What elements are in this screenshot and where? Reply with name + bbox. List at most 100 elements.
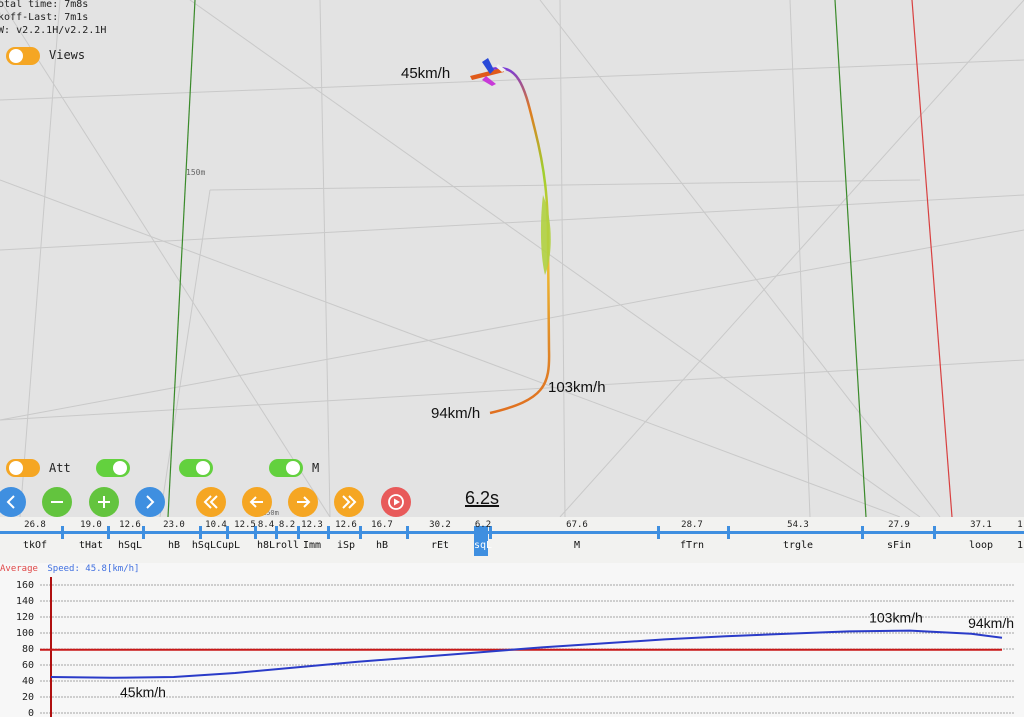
timeline-segment-rEt[interactable]: rEt <box>431 540 449 551</box>
timeline-segment-tHat[interactable]: tHat <box>79 540 103 551</box>
timeline-segment-time: 54.3 <box>787 520 809 530</box>
timeline-segment-divider <box>107 526 110 539</box>
timeline-segment-divider <box>861 526 864 539</box>
total-time: Total time: 7m8s <box>0 0 89 10</box>
timeline-segment-divider <box>327 526 330 539</box>
timeline-segment-divider <box>933 526 936 539</box>
views-toggle[interactable] <box>6 47 40 65</box>
play-button[interactable] <box>381 487 411 517</box>
timeline-segment-divider <box>297 526 300 539</box>
timeline-segment-divider <box>727 526 730 539</box>
timeline-segment-time: 6.2 <box>474 520 492 530</box>
speed-label-end: 94km/h <box>431 405 481 422</box>
m-label: M <box>312 461 320 475</box>
timeline-segment-time: 8.4 <box>257 520 275 530</box>
timeline-segment-divider <box>275 526 278 539</box>
toggle-3[interactable] <box>179 459 213 477</box>
double-chevron-right-icon <box>342 495 357 509</box>
timeline-segment-roll[interactable]: roll <box>275 540 299 551</box>
timeline-segment-M[interactable]: M <box>574 540 580 551</box>
timeline-segment-time: 12.6 <box>335 520 357 530</box>
step-back-button[interactable] <box>242 487 272 517</box>
rewind-segment-button[interactable] <box>196 487 226 517</box>
chart-annotation: 45km/h <box>120 684 166 700</box>
timeline-segment-iSp[interactable]: iSp <box>337 540 355 551</box>
y-tick-label: 140 <box>16 596 34 607</box>
timeline-segment-time: 19.0 <box>80 520 102 530</box>
y-tick-label: 80 <box>22 644 34 655</box>
timeline-segment-trgle[interactable]: trgle <box>783 540 813 551</box>
y-tick-label: 120 <box>16 612 34 623</box>
grid-label-150m: 150m <box>186 168 205 177</box>
timeline-segment-tkOf[interactable]: tkOf <box>23 540 47 551</box>
plus-icon <box>98 496 110 508</box>
arrow-left-icon <box>249 496 263 508</box>
timeline-segment-divider <box>406 526 409 539</box>
zoom-in-button[interactable] <box>89 487 119 517</box>
timeline-segment-time: 67.6 <box>566 520 588 530</box>
segment-timeline[interactable]: 26.8 tkOf 19.0 tHat 12.6 hSqL 23.0 hB 10.4 hSqLCu… <box>0 517 1024 563</box>
timeline-segment-time: 37.1 <box>970 520 992 530</box>
timeline-segment-time: 8.2 <box>278 520 296 530</box>
chart-annotation: 103km/h <box>869 610 923 626</box>
y-tick-label: 40 <box>22 676 34 687</box>
timeline-segment-hSqL[interactable]: hSqL <box>118 540 142 551</box>
3d-flight-scene[interactable]: 150m 150m 150m <box>0 0 1024 517</box>
timeline-segment-loop[interactable]: loop <box>969 540 993 551</box>
timeline-segment-divider <box>657 526 660 539</box>
play-icon <box>388 494 404 510</box>
timeline-segment-divider <box>199 526 202 539</box>
timeline-segment-time: 10.4 <box>205 520 227 530</box>
timeline-segment-time: 16.7 <box>371 520 393 530</box>
timeline-segment-time: 12.6 <box>119 520 141 530</box>
stats-hud: Total time: 7m8s Tkoff-Last: 7m1s SW: v2… <box>0 0 106 37</box>
double-chevron-left-icon <box>203 495 218 509</box>
timeline-segment-Imm[interactable]: Imm <box>303 540 321 551</box>
timeline-segment-sqL[interactable]: sqL <box>474 540 492 551</box>
m-toggle[interactable] <box>269 459 303 477</box>
timeline-segment-time: 26.8 <box>24 520 46 530</box>
timeline-segment-hB[interactable]: hB <box>376 540 388 551</box>
timeline-segment-hB[interactable]: hB <box>168 540 180 551</box>
y-tick-label: 160 <box>16 580 34 591</box>
y-tick-label: 60 <box>22 660 34 671</box>
timeline-segment-time: 1 <box>1017 520 1023 530</box>
speed-chart: 0 20 40 60 80 100 120 140 160 45km/h 103km/h 94km/… <box>0 563 1024 717</box>
zoom-out-button[interactable] <box>42 487 72 517</box>
att-toggle[interactable] <box>6 459 40 477</box>
average-label: Average <box>0 564 38 574</box>
timeline-segment-sFin[interactable]: sFin <box>887 540 911 551</box>
timeline-segment-h8L[interactable]: h8L <box>257 540 275 551</box>
timeline-segment-time: 30.2 <box>429 520 451 530</box>
timeline-segment-fTrn[interactable]: fTrn <box>680 540 704 551</box>
forward-segment-button[interactable] <box>334 487 364 517</box>
average-speed-readout: Average Speed: 45.8[km/h] <box>0 564 139 574</box>
arrow-right-icon <box>297 496 311 508</box>
chevron-left-icon <box>6 495 15 509</box>
timeline-segment-time: 23.0 <box>163 520 185 530</box>
next-view-button[interactable] <box>135 487 165 517</box>
y-tick-label: 100 <box>16 628 34 639</box>
speed-label-start: 45km/h <box>401 65 451 82</box>
current-time: 6.2s <box>465 488 500 508</box>
software-version: SW: v2.2.1H/v2.2.1H <box>0 25 107 36</box>
att-label: Att <box>49 461 71 475</box>
timeline-segment-time: 28.7 <box>681 520 703 530</box>
timeline-segment-time: 27.9 <box>888 520 910 530</box>
minus-icon <box>51 501 63 503</box>
toggle-2[interactable] <box>96 459 130 477</box>
y-tick-label: 0 <box>28 708 34 717</box>
timeline-track <box>0 531 1024 534</box>
chart-annotation: 94km/h <box>968 615 1014 631</box>
timeline-segment-time: 12.5 <box>234 520 256 530</box>
timeline-segment-hSqLCupL[interactable]: hSqLCupL <box>192 540 240 551</box>
timeline-segment-1[interactable]: 1 <box>1017 540 1023 551</box>
y-tick-label: 20 <box>22 692 34 703</box>
timeline-segment-time: 12.3 <box>301 520 323 530</box>
step-forward-button[interactable] <box>288 487 318 517</box>
speed-label-max: 103km/h <box>548 379 606 396</box>
timeline-segment-divider <box>142 526 145 539</box>
tkoff-last: Tkoff-Last: 7m1s <box>0 12 89 23</box>
chevron-right-icon <box>146 495 155 509</box>
average-speed-value: Speed: 45.8[km/h] <box>47 564 140 574</box>
